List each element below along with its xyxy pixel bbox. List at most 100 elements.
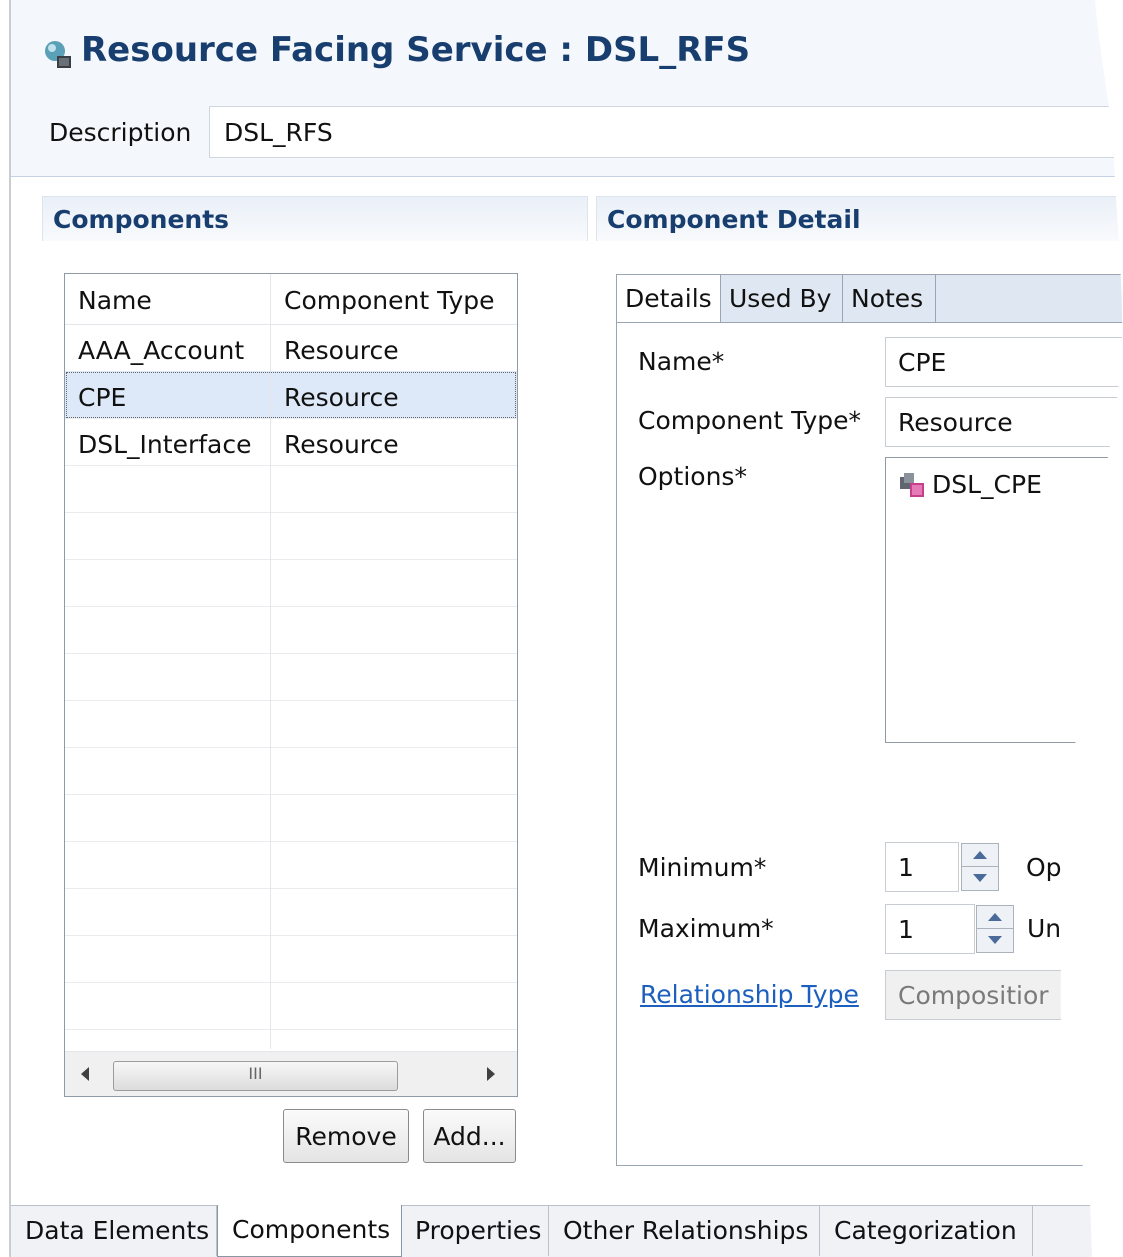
- minimum-decrement[interactable]: [962, 867, 998, 889]
- cell-name: CPE: [65, 371, 270, 418]
- cell-name-text: CPE: [78, 383, 127, 412]
- tab-details[interactable]: Details: [617, 275, 721, 324]
- left-border: [9, 0, 11, 1257]
- minimum-value: 1: [898, 853, 914, 882]
- tab-notes[interactable]: Notes: [843, 275, 936, 322]
- tab-categorization-label: Categorization: [834, 1216, 1017, 1245]
- table-row: [65, 512, 517, 560]
- component-type-label: Component Type*: [638, 406, 862, 435]
- cell-type-text: Resource: [284, 430, 399, 459]
- column-header-type-label: Component Type: [284, 286, 495, 315]
- component-detail-section-header: Component Detail: [596, 196, 1123, 241]
- cell-component-type: Resource: [271, 371, 517, 418]
- cell-name: DSL_Interface: [65, 418, 270, 465]
- description-field[interactable]: DSL_RFS: [209, 106, 1123, 158]
- tab-properties[interactable]: Properties: [401, 1206, 549, 1256]
- tab-categorization[interactable]: Categorization: [820, 1206, 1033, 1256]
- scrollbar-thumb[interactable]: III: [113, 1061, 398, 1091]
- column-header-name[interactable]: Name: [65, 274, 270, 325]
- table-row: [65, 653, 517, 701]
- arrow-up-icon: [962, 844, 998, 866]
- name-value: CPE: [898, 348, 947, 377]
- minimum-stepper[interactable]: [961, 843, 999, 891]
- component-type-field[interactable]: Resource: [885, 397, 1123, 447]
- minimum-field[interactable]: 1: [885, 842, 959, 892]
- tab-components[interactable]: Components: [217, 1205, 402, 1257]
- maximum-side-label: Un: [1027, 914, 1062, 943]
- tab-notes-label: Notes: [851, 284, 924, 313]
- editor-tab-bar: Data Elements Components Properties Othe…: [11, 1205, 1123, 1257]
- tab-data-elements-label: Data Elements: [25, 1216, 210, 1245]
- name-label: Name*: [638, 347, 725, 376]
- detail-tab-bar: Details Used By Notes: [616, 274, 1123, 323]
- resource-spec-icon: [898, 473, 928, 501]
- table-row: [65, 888, 517, 936]
- maximum-stepper[interactable]: [976, 905, 1014, 953]
- scroll-left-arrow-icon[interactable]: [79, 1066, 91, 1082]
- scroll-grip: III: [248, 1064, 263, 1083]
- arrow-up-icon: [977, 906, 1013, 928]
- components-heading: Components: [53, 205, 230, 234]
- remove-button-label: Remove: [295, 1122, 397, 1151]
- options-label: Options*: [638, 462, 747, 491]
- scroll-right-arrow-icon[interactable]: [485, 1066, 497, 1082]
- maximum-field[interactable]: 1: [885, 904, 975, 954]
- options-list[interactable]: DSL_CPE: [885, 457, 1123, 743]
- details-panel: [616, 322, 1123, 1166]
- maximum-increment[interactable]: [977, 906, 1013, 929]
- component-type-value: Resource: [898, 408, 1013, 437]
- cell-type-text: Resource: [284, 336, 399, 365]
- tab-data-elements[interactable]: Data Elements: [11, 1206, 217, 1256]
- tab-other-relationships-label: Other Relationships: [563, 1216, 809, 1245]
- arrow-down-icon: [962, 867, 998, 889]
- arrow-down-icon: [977, 929, 1013, 951]
- table-row: [65, 841, 517, 889]
- column-header-name-label: Name: [78, 286, 152, 315]
- maximum-label: Maximum*: [638, 914, 774, 943]
- table-row: [65, 606, 517, 654]
- cell-type-text: Resource: [284, 383, 399, 412]
- maximum-decrement[interactable]: [977, 929, 1013, 951]
- table-row[interactable]: DSL_Interface Resource: [65, 418, 517, 466]
- tab-components-label: Components: [232, 1215, 391, 1244]
- minimum-side-label: Op: [1026, 853, 1062, 882]
- horizontal-scrollbar[interactable]: III: [65, 1051, 517, 1097]
- service-icon: [39, 38, 79, 74]
- components-table[interactable]: Name Component Type AAA_Account Resource C…: [64, 273, 518, 1097]
- relationship-type-link[interactable]: Relationship Type: [640, 980, 859, 1009]
- editor-window: Resource Facing Service : DSL_RFS Descri…: [0, 0, 1123, 1257]
- editor-surface: Resource Facing Service : DSL_RFS Descri…: [0, 0, 1123, 1257]
- cell-component-type: Resource: [271, 418, 517, 465]
- option-label: DSL_CPE: [932, 470, 1042, 499]
- table-row: [65, 700, 517, 748]
- add-button[interactable]: Add...: [423, 1109, 516, 1163]
- name-field[interactable]: CPE: [885, 337, 1123, 387]
- column-header-component-type[interactable]: Component Type: [271, 274, 517, 325]
- table-row[interactable]: AAA_Account Resource: [65, 324, 517, 372]
- add-button-label: Add...: [433, 1122, 506, 1151]
- description-label: Description: [49, 118, 192, 147]
- maximum-value: 1: [898, 915, 914, 944]
- table-row: [65, 935, 517, 983]
- editor-header: Resource Facing Service : DSL_RFS Descri…: [11, 0, 1123, 177]
- cell-name-text: DSL_Interface: [78, 430, 252, 459]
- component-detail-heading: Component Detail: [607, 205, 861, 234]
- relationship-type-field: Compositior: [885, 970, 1123, 1020]
- table-row[interactable]: CPE Resource: [65, 371, 517, 419]
- table-row: [65, 747, 517, 795]
- cell-component-type: Resource: [271, 324, 517, 371]
- relationship-type-value: Compositior: [898, 981, 1049, 1010]
- table-row: [65, 559, 517, 607]
- tab-used-by[interactable]: Used By: [721, 275, 843, 322]
- tab-used-by-label: Used By: [729, 284, 832, 313]
- description-value: DSL_RFS: [224, 118, 333, 147]
- cell-name-text: AAA_Account: [78, 336, 245, 365]
- tab-details-label: Details: [625, 284, 712, 313]
- cell-name: AAA_Account: [65, 324, 270, 371]
- column-separator: [270, 274, 271, 1049]
- tab-other-relationships[interactable]: Other Relationships: [549, 1206, 820, 1256]
- table-row: [65, 794, 517, 842]
- remove-button[interactable]: Remove: [283, 1109, 409, 1163]
- minimum-increment[interactable]: [962, 844, 998, 867]
- table-row: [65, 465, 517, 513]
